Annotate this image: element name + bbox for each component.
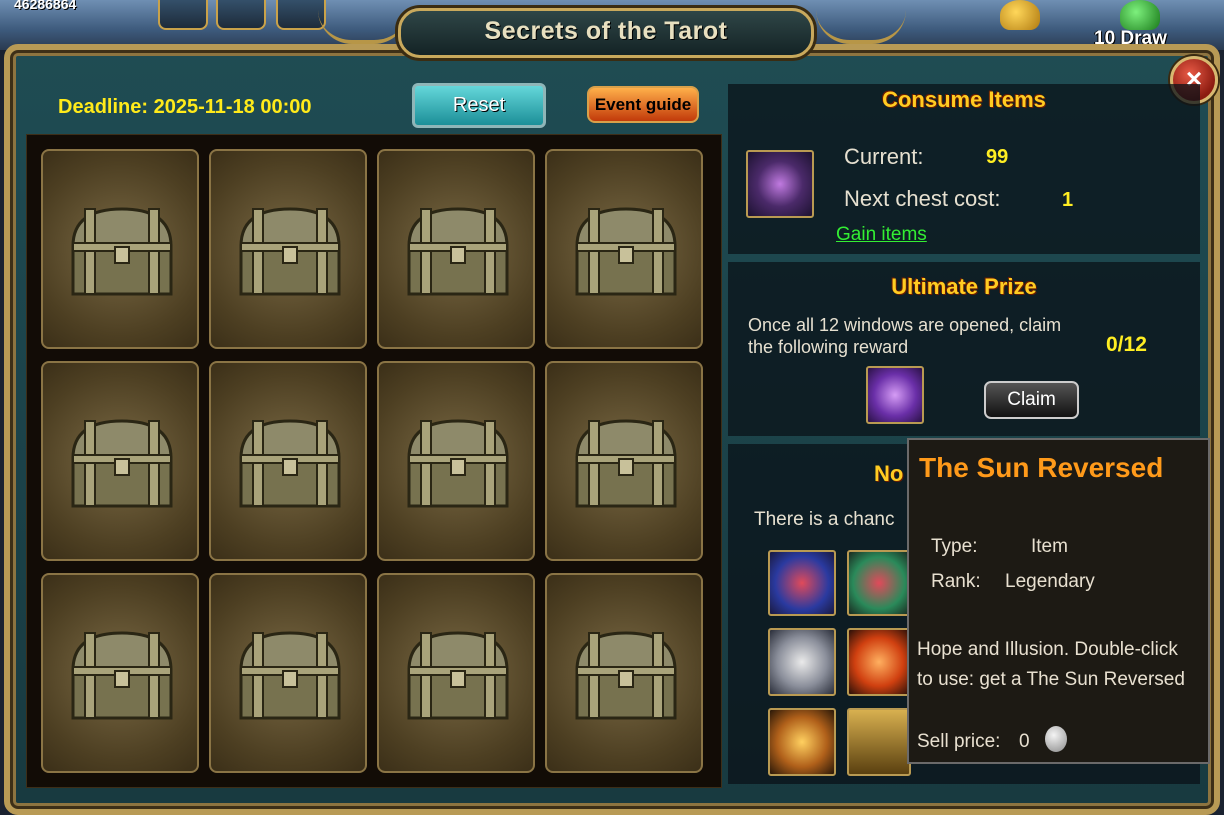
tooltip-sell-label: Sell price: [917,731,1001,752]
treasure-chest-icon [407,419,509,508]
tooltip-rank-value: Legendary [1005,571,1095,592]
chest-window[interactable] [41,361,199,561]
chest-window[interactable] [377,149,535,349]
chest-grid [26,134,722,788]
treasure-chest-icon [575,207,677,296]
gain-items-link[interactable]: Gain items [836,224,927,246]
gear-icon[interactable] [216,0,266,30]
treasure-chest-icon [239,419,341,508]
reward-chest-blue-icon[interactable] [768,550,836,616]
treasure-chest-icon [71,631,173,720]
current-value: 99 [986,146,1009,168]
menu-icon[interactable] [158,0,208,30]
treasure-chest-icon [575,631,677,720]
current-label: Current: [844,144,924,169]
tarot-card-icon[interactable] [746,150,814,218]
tooltip-desc-line2: to use: get a The Sun Reversed [917,669,1185,690]
treasure-chest-icon [407,207,509,296]
treasure-chest-icon [239,631,341,720]
tooltip-title: The Sun Reversed [919,452,1164,483]
treasure-chest-icon [71,207,173,296]
reward-chest-green-icon[interactable] [847,550,911,616]
silver-medal-icon[interactable] [768,628,836,696]
reset-button[interactable]: Reset [412,83,546,128]
chest-window[interactable] [209,361,367,561]
ultimate-progress: 0/12 [1106,333,1147,356]
chest-window[interactable] [545,573,703,773]
consume-title: Consume Items [882,87,1046,112]
tooltip-desc-line1: Hope and Illusion. Double-click [917,639,1178,660]
chest-window[interactable] [377,573,535,773]
ultimate-description: Once all 12 windows are opened, claim th… [748,315,1062,357]
player-score: 46286864 [14,0,77,12]
tooltip-rank-label: Rank: [931,571,981,592]
silver-coin-icon [1045,726,1067,752]
window-title: Secrets of the Tarot [484,17,728,45]
gold-pile-icon [1000,0,1040,30]
golden-card-icon[interactable] [847,708,911,776]
chest-window[interactable] [377,361,535,561]
next-cost-label: Next chest cost: [844,186,1001,211]
chest-window[interactable] [209,573,367,773]
chest-window[interactable] [41,573,199,773]
tooltip-sell-value: 0 [1019,731,1030,752]
ultimate-title: Ultimate Prize [891,274,1037,299]
gold-ring-icon[interactable] [768,708,836,776]
treasure-chest-icon [71,419,173,508]
item-tooltip: The Sun Reversed Type: Item Rank: Legend… [907,438,1210,764]
tooltip-type-value: Item [1031,536,1068,557]
treasure-chest-icon [407,631,509,720]
chest-window[interactable] [545,149,703,349]
normal-prize-title: No [874,461,904,486]
fire-crystal-icon[interactable] [847,628,911,696]
tooltip-type-label: Type: [931,536,978,557]
chance-text: There is a chanc [754,509,895,530]
claim-button[interactable]: Claim [984,381,1079,419]
purple-chest-icon[interactable] [866,366,924,424]
chest-window[interactable] [41,149,199,349]
treasure-chest-icon [575,419,677,508]
emerald-pile-icon [1120,0,1160,30]
chest-window[interactable] [545,361,703,561]
deadline-text: Deadline: 2025-11-18 00:00 [58,96,312,118]
chest-window[interactable] [209,149,367,349]
next-cost-value: 1 [1062,189,1074,211]
treasure-chest-icon [239,207,341,296]
event-guide-button[interactable]: Event guide [587,86,699,123]
